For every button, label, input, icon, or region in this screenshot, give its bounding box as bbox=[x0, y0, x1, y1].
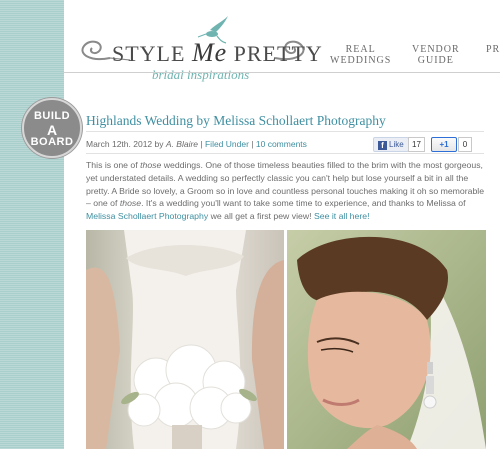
nav-real-weddings-line2: WEDDINGS bbox=[330, 55, 392, 66]
post-intro-paragraph: This is one of those weddings. One of th… bbox=[86, 159, 488, 223]
meta-separator: | bbox=[200, 139, 203, 149]
facebook-like-count: 17 bbox=[408, 137, 425, 152]
intro-text-1: This is one of bbox=[86, 160, 138, 170]
header-divider bbox=[64, 72, 500, 73]
badge-line-build: BUILD bbox=[33, 110, 71, 122]
bride-portrait-illustration bbox=[287, 230, 486, 449]
nav-vendor-guide-line1: VENDOR bbox=[412, 44, 460, 55]
facebook-like-label: Like bbox=[389, 140, 404, 149]
bride-bouquet-illustration bbox=[86, 230, 284, 449]
intro-emphasis-2: those bbox=[119, 198, 142, 209]
build-a-board-button[interactable]: BUILD A BOARD bbox=[22, 98, 82, 158]
decorative-side-stripe bbox=[0, 0, 64, 449]
meta-divider-bottom bbox=[86, 153, 484, 154]
nav-vendor-guide-line2: GUIDE bbox=[417, 55, 454, 66]
logo-wordmark: STYLE Me PRETTY bbox=[112, 38, 323, 68]
intro-emphasis-1: those bbox=[140, 160, 162, 170]
facebook-icon: f bbox=[378, 141, 387, 150]
nav-item-truncated[interactable]: PR bbox=[486, 44, 500, 55]
comments-link[interactable]: 10 comments bbox=[256, 139, 307, 149]
meta-divider-top bbox=[86, 131, 484, 132]
bride-portrait-photo[interactable] bbox=[287, 230, 486, 449]
google-plus-button[interactable]: +1 bbox=[431, 137, 457, 152]
post-meta: March 12th. 2012 by A. Blaire | Filed Un… bbox=[86, 139, 307, 149]
badge-line-board: BOARD bbox=[30, 136, 74, 148]
logo-word-pretty: PRETTY bbox=[233, 41, 323, 66]
site-logo[interactable]: STYLE Me PRETTY bridal inspirations bbox=[70, 10, 323, 88]
nav-item-truncated-line1: PR bbox=[486, 44, 500, 55]
nav-real-weddings-line1: REAL bbox=[345, 44, 376, 55]
post-author[interactable]: A. Blaire bbox=[166, 139, 198, 149]
intro-text-4: we all get a first pew view! bbox=[210, 211, 312, 222]
intro-text-3: . It's a wedding you'll want to take som… bbox=[141, 198, 466, 209]
filed-under-link[interactable]: Filed Under bbox=[205, 139, 249, 149]
logo-word-style: STYLE bbox=[112, 41, 186, 66]
post-by-label: by bbox=[154, 139, 164, 149]
google-plus-count: 0 bbox=[458, 137, 472, 152]
logo-tagline: bridal inspirations bbox=[152, 67, 250, 82]
post-date: March 12th. 2012 bbox=[86, 139, 153, 149]
bride-bouquet-photo[interactable] bbox=[86, 230, 284, 449]
see-it-all-link[interactable]: See it all here! bbox=[314, 211, 370, 221]
post-title[interactable]: Highlands Wedding by Melissa Schollaert … bbox=[86, 113, 386, 129]
logo-word-me: Me bbox=[191, 38, 228, 67]
meta-separator: | bbox=[251, 139, 254, 149]
nav-vendor-guide[interactable]: VENDOR GUIDE bbox=[412, 44, 460, 66]
nav-real-weddings[interactable]: REAL WEDDINGS bbox=[330, 44, 391, 66]
facebook-like-button[interactable]: f Like bbox=[373, 137, 409, 152]
photographer-link[interactable]: Melissa Schollaert Photography bbox=[86, 211, 208, 221]
